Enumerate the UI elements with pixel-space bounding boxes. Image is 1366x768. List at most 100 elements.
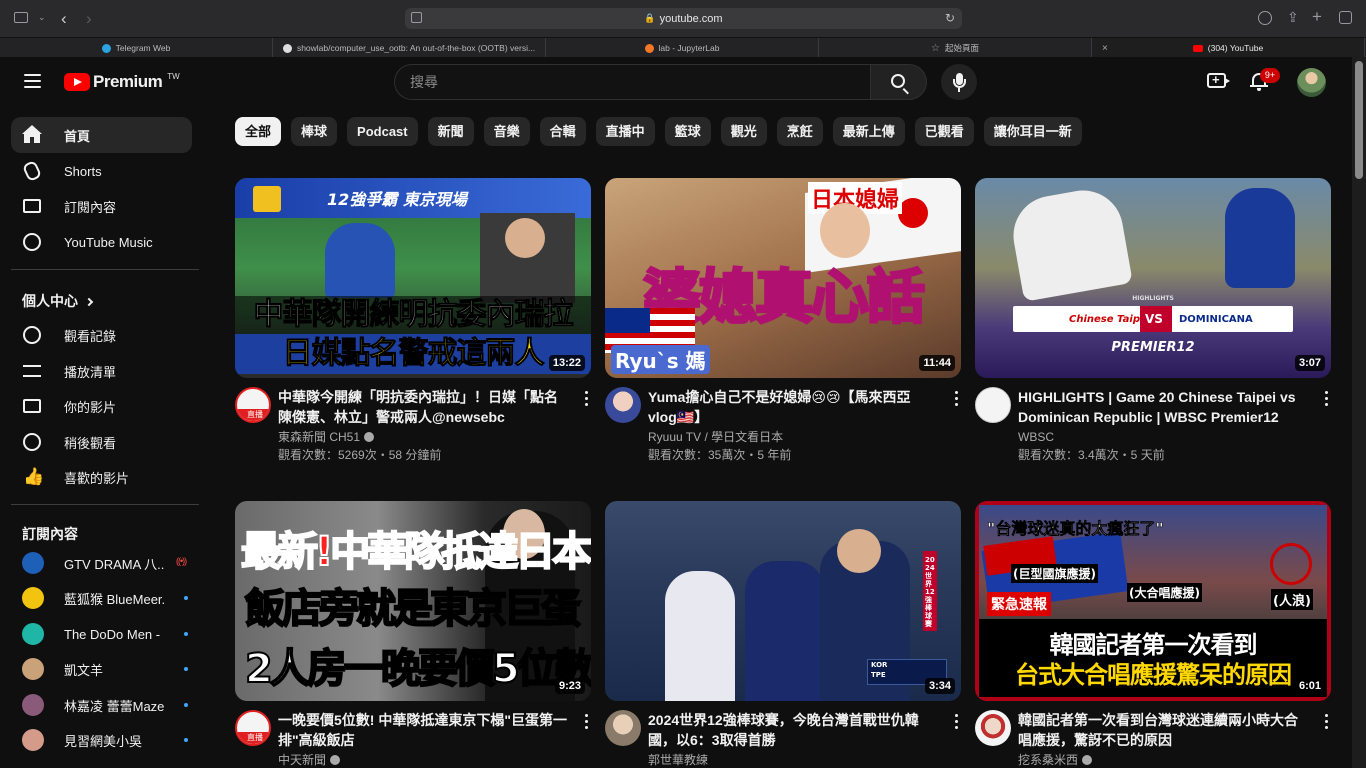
- sidebar-divider: [11, 504, 199, 505]
- more-actions-icon[interactable]: [585, 391, 589, 407]
- search-input[interactable]: [394, 64, 870, 100]
- channel-name[interactable]: 東森新聞 CH51: [278, 428, 568, 446]
- sidebar-toggle-icon[interactable]: [14, 12, 28, 23]
- channel-name[interactable]: 挖系桑米西: [1018, 751, 1308, 768]
- reload-icon[interactable]: ↻: [945, 11, 955, 25]
- forward-icon[interactable]: ›: [86, 10, 92, 27]
- channel-name[interactable]: 郭世華教練: [648, 751, 938, 768]
- jupyter-icon: [644, 43, 654, 53]
- page-menu-icon[interactable]: [411, 12, 422, 23]
- chip-mixes[interactable]: 合輯: [539, 117, 586, 146]
- channel-name[interactable]: Ryuuu TV / 學日文看日本: [648, 428, 938, 446]
- chip-cooking[interactable]: 烹飪: [776, 117, 823, 146]
- video-thumbnail[interactable]: 12強爭霸 東京現場 中華隊開練明抗委內瑞拉 日媒點名警戒這兩人 13:22: [235, 178, 591, 378]
- sidebar-item-shorts[interactable]: Shorts: [11, 153, 192, 189]
- chip-tourism[interactable]: 觀光: [720, 117, 767, 146]
- chip-new-to-you[interactable]: 讓你耳目一新: [983, 117, 1082, 146]
- tab-overview-icon[interactable]: [1339, 11, 1352, 24]
- new-content-dot: [184, 596, 188, 600]
- sidebar-item-your-videos[interactable]: 你的影片: [11, 388, 192, 424]
- sidebar-item-youtube-music[interactable]: YouTube Music: [11, 224, 192, 260]
- chip-news[interactable]: 新聞: [427, 117, 474, 146]
- video-duration: 11:44: [919, 355, 955, 371]
- verified-icon: [1082, 755, 1093, 765]
- channel-avatar[interactable]: [605, 710, 641, 746]
- video-title[interactable]: 中華隊今開練「明抗委內瑞拉」！日媒「點名 陳傑憲、林立」警戒兩人@newsebc: [278, 387, 568, 427]
- sidebar-item-playlists[interactable]: 播放清單: [11, 353, 192, 389]
- shorts-icon: [21, 159, 43, 183]
- sidebar-item-subscriptions[interactable]: 訂閱內容: [11, 188, 192, 224]
- channel-avatar[interactable]: 直播: [235, 710, 271, 746]
- more-actions-icon[interactable]: [955, 391, 959, 407]
- scrollbar-thumb[interactable]: [1355, 61, 1363, 179]
- video-title[interactable]: HIGHLIGHTS | Game 20 Chinese Taipei vs D…: [1018, 387, 1308, 427]
- youtube-premium-logo[interactable]: Premium TW: [64, 72, 180, 92]
- video-title[interactable]: 韓國記者第一次看到台灣球迷連續兩小時大合唱應援，驚訝不已的原因: [1018, 710, 1308, 750]
- close-tab-icon[interactable]: ×: [1102, 43, 1108, 54]
- menu-icon[interactable]: [24, 74, 41, 88]
- video-title[interactable]: 2024世界12強棒球賽，今晚台灣首戰世仇韓國，以6：3取得首勝: [648, 710, 938, 750]
- sidebar-item-watch-later[interactable]: 稍後觀看: [11, 424, 192, 460]
- share-icon[interactable]: ⇪: [1287, 10, 1299, 24]
- chevron-down-icon[interactable]: ⌄: [38, 13, 46, 22]
- video-thumbnail[interactable]: 日本媳婦 婆媳真心話 Ryu`s 媽 11:44: [605, 178, 961, 378]
- video-thumbnail[interactable]: "台灣球迷真的太瘋狂了" (巨型國旗應援) (大合唱應援) (人浪) 緊急速報 …: [975, 501, 1331, 701]
- tab-github[interactable]: showlab/computer_use_ootb: An out-of-the…: [273, 38, 546, 58]
- video-title[interactable]: 一晚要價5位數! 中華隊抵達東京下榻"巨蛋第一排"高級飯店: [278, 710, 568, 750]
- search-button[interactable]: [870, 64, 927, 100]
- chip-basketball[interactable]: 籃球: [664, 117, 711, 146]
- thumbnail-caption: 12強爭霸 東京現場: [327, 190, 467, 209]
- voice-search-button[interactable]: [941, 64, 977, 100]
- video-title[interactable]: Yuma擔心自己不是好媳婦😢😢【馬來西亞vlog🇲🇾】: [648, 387, 938, 427]
- subscription-item[interactable]: 林嘉凌 蕾蕾Maze: [11, 687, 192, 723]
- channel-avatar[interactable]: 直播: [235, 387, 271, 423]
- tab-telegram[interactable]: Telegram Web: [0, 38, 273, 58]
- downloads-icon[interactable]: [1258, 11, 1272, 25]
- chip-live[interactable]: 直播中: [595, 117, 655, 146]
- url-text: youtube.com: [659, 12, 723, 25]
- channel-avatar[interactable]: [605, 387, 641, 423]
- channel-name[interactable]: 中天新聞: [278, 751, 568, 768]
- create-video-icon[interactable]: [1207, 72, 1230, 88]
- sidebar-item-label: 訂閱內容: [64, 199, 117, 215]
- page-scrollbar[interactable]: [1352, 57, 1366, 768]
- tab-youtube[interactable]: × (304) YouTube: [1092, 38, 1365, 58]
- tab-jupyterlab[interactable]: lab - JupyterLab: [546, 38, 819, 58]
- sidebar-item-history[interactable]: 觀看記錄: [11, 317, 192, 353]
- star-icon: ☆: [930, 42, 940, 54]
- chip-music[interactable]: 音樂: [483, 117, 530, 146]
- sidebar-you-header[interactable]: 個人中心: [22, 291, 94, 311]
- tab-start-page[interactable]: ☆ 起始頁面: [819, 38, 1092, 58]
- thumbnail-headline: 中華隊開練明抗委內瑞拉: [235, 296, 591, 334]
- more-actions-icon[interactable]: [585, 714, 589, 730]
- more-actions-icon[interactable]: [1325, 391, 1329, 407]
- thumbnail-subheadline: 日媒點名警戒這兩人: [235, 334, 591, 374]
- chip-recently-uploaded[interactable]: 最新上傳: [832, 117, 905, 146]
- more-actions-icon[interactable]: [1325, 714, 1329, 730]
- account-avatar[interactable]: [1297, 68, 1326, 97]
- subscription-item[interactable]: 凱文羊: [11, 651, 192, 687]
- search-box: [394, 64, 927, 100]
- video-thumbnail[interactable]: HIGHLIGHTS Chinese Taipei VS DOMINICANA …: [975, 178, 1331, 378]
- chip-all[interactable]: 全部: [235, 117, 282, 146]
- address-bar[interactable]: 🔒 youtube.com ↻: [405, 8, 962, 29]
- new-tab-icon[interactable]: +: [1312, 8, 1322, 25]
- chip-podcast[interactable]: Podcast: [347, 117, 418, 146]
- back-icon[interactable]: ‹: [61, 10, 67, 27]
- video-thumbnail[interactable]: 2024世界12強棒球賽 KOR TPE 3:34: [605, 501, 961, 701]
- subscription-item[interactable]: 藍狐猴 BlueMeer...: [11, 580, 192, 616]
- sidebar-item-liked-videos[interactable]: 👍 喜歡的影片: [11, 459, 192, 495]
- sidebar-item-home[interactable]: 首頁: [11, 117, 192, 153]
- chip-baseball[interactable]: 棒球: [291, 117, 338, 146]
- channel-avatar[interactable]: [975, 387, 1011, 423]
- video-thumbnail[interactable]: 最新!中華隊抵達日本 飯店旁就是東京巨蛋 2人房一晚要價5位數! 9:23: [235, 501, 591, 701]
- chip-watched[interactable]: 已觀看: [914, 117, 974, 146]
- thumbnail-label: (人浪): [1271, 589, 1313, 610]
- subscription-label: GTV DRAMA 八...: [64, 556, 164, 572]
- subscription-item[interactable]: GTV DRAMA 八... ((•)): [11, 545, 192, 581]
- subscription-item[interactable]: 見習網美小吳: [11, 722, 192, 758]
- more-actions-icon[interactable]: [955, 714, 959, 730]
- channel-name[interactable]: WBSC: [1018, 428, 1308, 446]
- channel-avatar[interactable]: [975, 710, 1011, 746]
- subscription-item[interactable]: The DoDo Men - ...: [11, 616, 192, 652]
